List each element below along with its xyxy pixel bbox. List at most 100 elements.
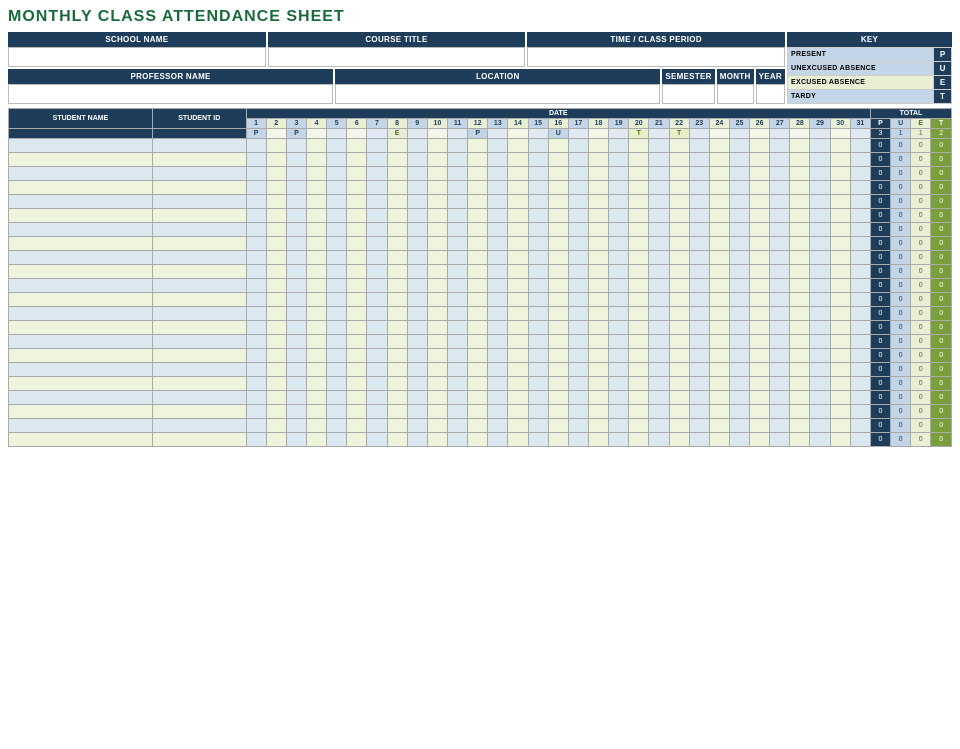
date-cell[interactable]: [770, 321, 790, 335]
date-cell[interactable]: [689, 195, 709, 209]
year-input[interactable]: [756, 84, 785, 104]
date-cell[interactable]: [669, 265, 689, 279]
student-id-cell[interactable]: [152, 195, 246, 209]
date-cell[interactable]: [568, 391, 588, 405]
date-cell[interactable]: [649, 251, 669, 265]
date-cell[interactable]: [810, 181, 830, 195]
date-cell[interactable]: [609, 223, 629, 237]
date-cell[interactable]: [588, 363, 608, 377]
date-cell[interactable]: [689, 405, 709, 419]
time-period-input[interactable]: [527, 47, 785, 67]
date-cell[interactable]: [810, 293, 830, 307]
date-cell[interactable]: [629, 293, 649, 307]
date-cell[interactable]: [588, 251, 608, 265]
date-cell[interactable]: [810, 153, 830, 167]
date-cell[interactable]: [790, 167, 810, 181]
date-cell[interactable]: [327, 265, 347, 279]
date-cell[interactable]: [709, 223, 729, 237]
date-cell[interactable]: [548, 377, 568, 391]
date-cell[interactable]: [750, 321, 770, 335]
date-cell[interactable]: [669, 279, 689, 293]
date-cell[interactable]: [588, 419, 608, 433]
date-cell[interactable]: [407, 139, 427, 153]
date-cell[interactable]: [649, 377, 669, 391]
date-cell[interactable]: [568, 167, 588, 181]
date-cell[interactable]: [548, 321, 568, 335]
date-cell[interactable]: [427, 391, 447, 405]
date-cell[interactable]: [588, 209, 608, 223]
date-cell[interactable]: [649, 195, 669, 209]
date-cell[interactable]: [246, 209, 266, 223]
date-cell[interactable]: [750, 307, 770, 321]
date-cell[interactable]: [367, 405, 387, 419]
date-cell[interactable]: [609, 279, 629, 293]
date-cell[interactable]: [810, 363, 830, 377]
date-cell[interactable]: [427, 265, 447, 279]
student-name-cell[interactable]: [9, 321, 153, 335]
date-cell[interactable]: [830, 181, 850, 195]
date-cell[interactable]: [750, 363, 770, 377]
date-cell[interactable]: [407, 321, 427, 335]
mark-cell[interactable]: [427, 129, 447, 139]
date-cell[interactable]: [387, 181, 407, 195]
date-cell[interactable]: [246, 167, 266, 181]
student-name-cell[interactable]: [9, 195, 153, 209]
date-cell[interactable]: [810, 279, 830, 293]
date-cell[interactable]: [367, 349, 387, 363]
date-cell[interactable]: [790, 237, 810, 251]
date-cell[interactable]: [327, 293, 347, 307]
date-cell[interactable]: [347, 293, 367, 307]
date-cell[interactable]: [286, 223, 306, 237]
date-cell[interactable]: [810, 237, 830, 251]
date-cell[interactable]: [810, 251, 830, 265]
mark-cell[interactable]: P: [468, 129, 488, 139]
student-id-cell[interactable]: [152, 363, 246, 377]
date-cell[interactable]: [387, 153, 407, 167]
date-cell[interactable]: [387, 251, 407, 265]
date-cell[interactable]: [689, 335, 709, 349]
date-cell[interactable]: [286, 279, 306, 293]
date-cell[interactable]: [488, 139, 508, 153]
date-cell[interactable]: [568, 223, 588, 237]
date-cell[interactable]: [830, 265, 850, 279]
mark-cell[interactable]: [689, 129, 709, 139]
date-cell[interactable]: [850, 405, 870, 419]
student-id-cell[interactable]: [152, 335, 246, 349]
date-cell[interactable]: [629, 349, 649, 363]
date-cell[interactable]: [830, 321, 850, 335]
date-cell[interactable]: [850, 167, 870, 181]
date-cell[interactable]: [770, 167, 790, 181]
date-cell[interactable]: [266, 363, 286, 377]
date-cell[interactable]: [468, 265, 488, 279]
date-cell[interactable]: [266, 265, 286, 279]
date-cell[interactable]: [729, 349, 749, 363]
mark-cell[interactable]: E: [387, 129, 407, 139]
date-cell[interactable]: [327, 307, 347, 321]
date-cell[interactable]: [629, 433, 649, 447]
date-cell[interactable]: [427, 279, 447, 293]
date-cell[interactable]: [468, 321, 488, 335]
date-cell[interactable]: [709, 419, 729, 433]
date-cell[interactable]: [729, 377, 749, 391]
date-cell[interactable]: [427, 223, 447, 237]
mark-cell[interactable]: [709, 129, 729, 139]
date-cell[interactable]: [830, 405, 850, 419]
date-cell[interactable]: [850, 363, 870, 377]
date-cell[interactable]: [568, 293, 588, 307]
date-cell[interactable]: [447, 363, 467, 377]
date-cell[interactable]: [568, 209, 588, 223]
date-cell[interactable]: [830, 195, 850, 209]
date-cell[interactable]: [427, 377, 447, 391]
date-cell[interactable]: [306, 223, 326, 237]
date-cell[interactable]: [729, 139, 749, 153]
date-cell[interactable]: [528, 307, 548, 321]
date-cell[interactable]: [609, 237, 629, 251]
date-cell[interactable]: [407, 377, 427, 391]
mark-cell[interactable]: [327, 129, 347, 139]
date-cell[interactable]: [770, 335, 790, 349]
date-cell[interactable]: [588, 433, 608, 447]
date-cell[interactable]: [548, 223, 568, 237]
date-cell[interactable]: [689, 377, 709, 391]
date-cell[interactable]: [347, 209, 367, 223]
date-cell[interactable]: [568, 265, 588, 279]
